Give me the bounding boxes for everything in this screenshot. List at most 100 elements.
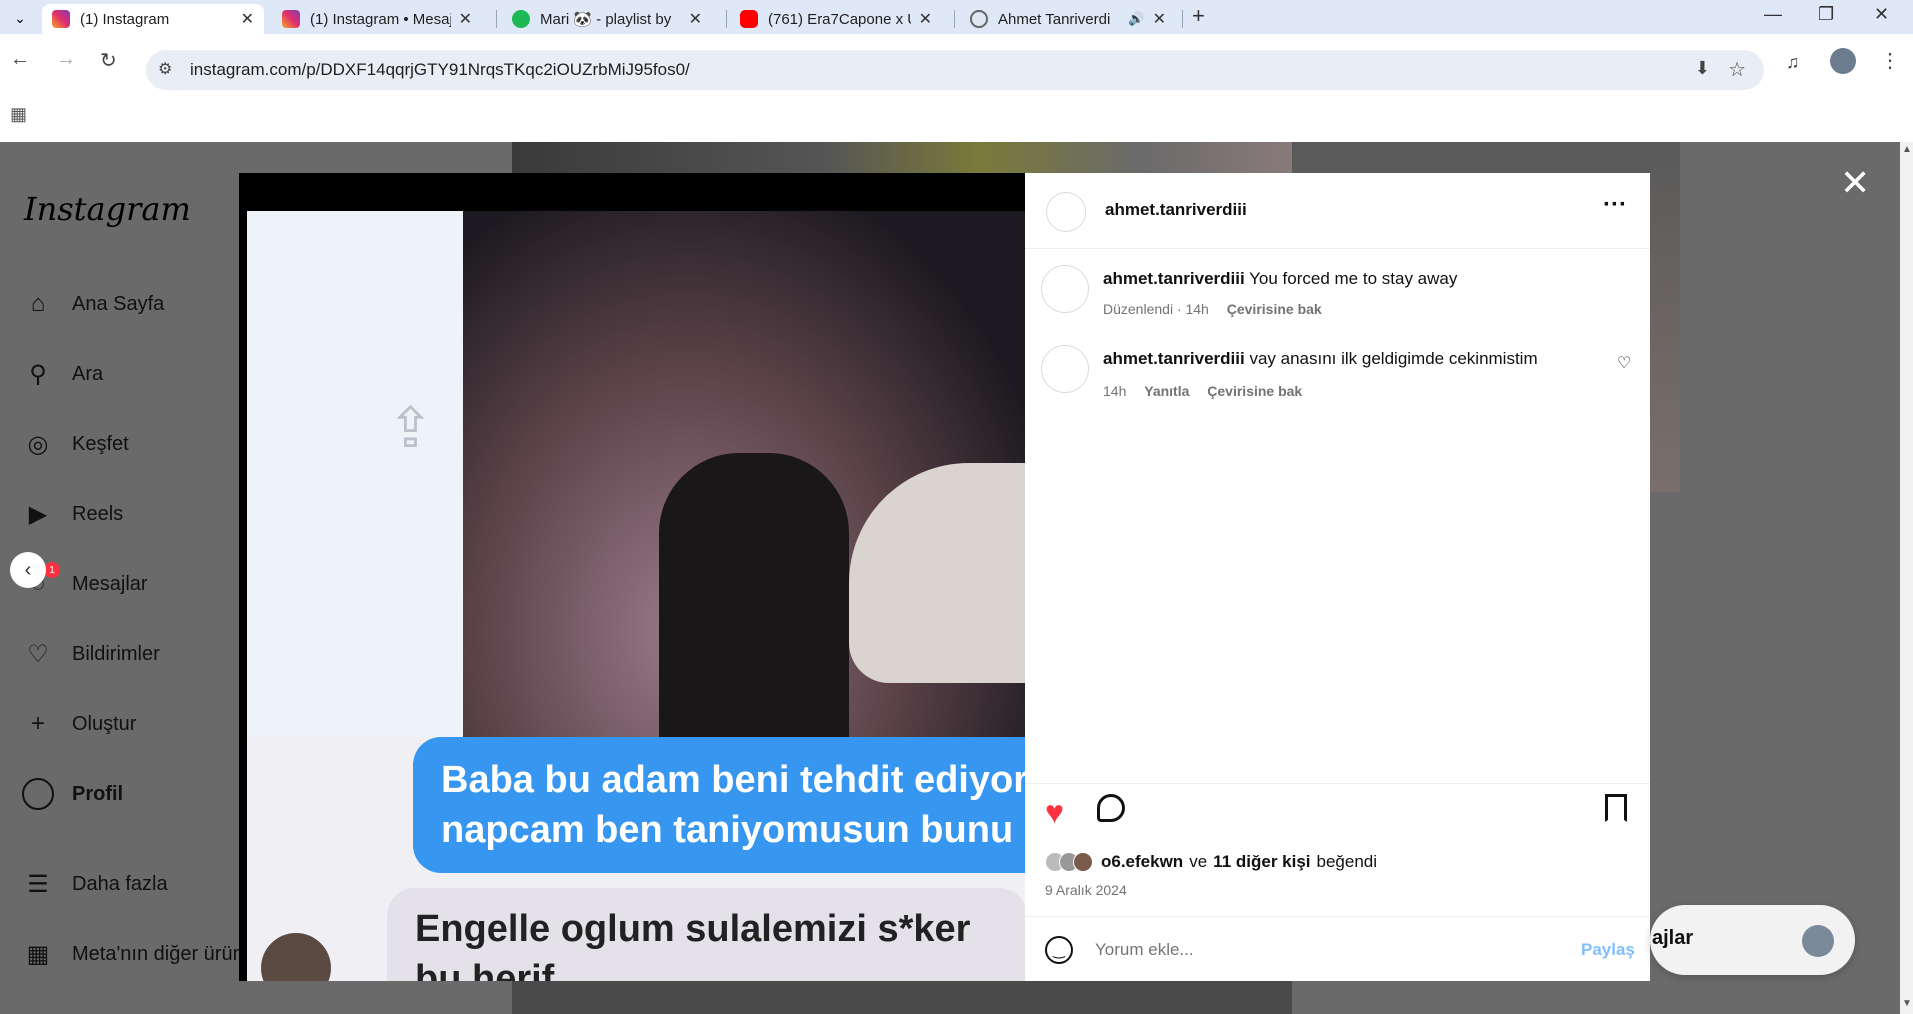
media-person-shape [659, 453, 849, 737]
caption-text-line: ahmet.tanriverdiii You forced me to stay… [1103, 269, 1457, 289]
globe-icon [970, 10, 988, 28]
post-media[interactable]: ⇪ Baba bu adam beni tehdit ediyor napcam… [239, 173, 1025, 981]
page-scrollbar[interactable]: ▲ ▼ [1900, 142, 1913, 1014]
speaker-icon[interactable]: 🔊 [1128, 11, 1144, 27]
emoji-icon[interactable]: ‿ [1045, 936, 1073, 964]
window-close-icon[interactable]: ✕ [1874, 4, 1889, 25]
sidebar-item-search[interactable]: ⚲ Ara [22, 358, 103, 390]
likes-others[interactable]: 11 diğer kişi [1213, 852, 1310, 872]
browser-tab-spotify[interactable]: Mari 🐼 - playlist by ✕ [502, 4, 712, 34]
home-icon: ⌂ [30, 290, 46, 317]
save-bookmark-icon[interactable] [1605, 794, 1627, 822]
instagram-logo[interactable]: Instagram [24, 190, 191, 228]
post-actions: ♥ o6.efekwn ve 11 diğer kişi beğendi 9 A… [1025, 783, 1650, 981]
scroll-down-arrow[interactable]: ▼ [1902, 998, 1912, 1009]
liker-avatar [1073, 852, 1093, 872]
browser-menu-icon[interactable]: ⋮ [1880, 48, 1900, 73]
chat-bubble-blue: Baba bu adam beni tehdit ediyor napcam b… [413, 737, 1025, 873]
close-icon[interactable]: ✕ [459, 9, 472, 29]
previous-post-button[interactable]: ‹ [10, 552, 46, 588]
tab-search-button[interactable]: ⌄ [8, 6, 32, 30]
comment-translate-link[interactable]: Çevirisine bak [1207, 383, 1302, 399]
bookmark-star-icon[interactable]: ☆ [1728, 57, 1746, 82]
avatar-icon [22, 778, 54, 810]
comment-avatar[interactable] [1041, 345, 1089, 393]
caption-meta: Düzenlendi · 14h Çevirisine bak [1103, 301, 1322, 317]
close-icon[interactable]: ✕ [241, 9, 254, 29]
tab-separator [1182, 10, 1183, 28]
comment-meta: 14h Yanıtla Çevirisine bak [1103, 383, 1302, 399]
caption-text: You forced me to stay away [1249, 269, 1458, 288]
post-header: ahmet.tanriverdiii ··· [1025, 173, 1650, 249]
plus-icon: + [30, 710, 45, 737]
browser-tab-instagram[interactable]: (1) Instagram ✕ [42, 4, 264, 34]
share-icon: ⇪ [387, 396, 434, 459]
author-username[interactable]: ahmet.tanriverdiii [1105, 200, 1247, 220]
caption-username[interactable]: ahmet.tanriverdiii [1103, 269, 1245, 288]
comment-username[interactable]: ahmet.tanriverdiii [1103, 349, 1245, 368]
reload-icon[interactable]: ↻ [100, 48, 117, 73]
browser-tab-instagram-messages[interactable]: (1) Instagram • Mesaj ✕ [272, 4, 482, 34]
menu-icon: ☰ [27, 870, 49, 898]
address-bar[interactable]: ⚙ instagram.com/p/DDXF14qqrjGTY91NrqsTKq… [146, 50, 1764, 90]
liker-username[interactable]: o6.efekwn [1101, 852, 1183, 872]
instagram-icon [52, 10, 70, 28]
heart-icon: ♡ [27, 640, 49, 668]
media-control-icon[interactable]: ♫ [1786, 52, 1800, 73]
likes-summary: o6.efekwn ve 11 diğer kişi beğendi [1045, 852, 1377, 872]
apps-grid-icon[interactable]: ▦ [10, 104, 27, 125]
post-date: 9 Aralık 2024 [1045, 882, 1127, 898]
like-heart-icon[interactable]: ♥ [1045, 794, 1064, 831]
browser-toolbar: ← → ↻ ⚙ instagram.com/p/DDXF14qqrjGTY91N… [0, 34, 1913, 142]
author-avatar[interactable] [1046, 192, 1086, 232]
tab-separator [954, 10, 955, 28]
comment-text: vay anasını ilk geldigimde cekinmistim [1249, 349, 1538, 368]
messages-chip-avatar [1802, 925, 1834, 957]
comment-text-line: ahmet.tanriverdiii vay anasını ilk geldi… [1103, 349, 1538, 369]
minimize-icon[interactable]: — [1764, 4, 1782, 25]
caption-avatar[interactable] [1041, 265, 1089, 313]
new-tab-button[interactable]: + [1192, 3, 1205, 29]
scroll-up-arrow[interactable]: ▲ [1902, 144, 1912, 155]
close-icon[interactable]: ✕ [689, 9, 702, 29]
comment-bubble-icon[interactable] [1097, 794, 1125, 822]
install-icon[interactable]: ⬇ [1695, 58, 1710, 79]
background-post-image [512, 978, 1292, 1014]
site-info-icon[interactable]: ⚙ [158, 59, 172, 79]
sidebar-item-create[interactable]: + Oluştur [22, 708, 136, 740]
sidebar-item-explore[interactable]: ◎ Keşfet [22, 428, 129, 460]
restore-icon[interactable]: ❐ [1818, 4, 1834, 25]
comment-input[interactable] [1095, 937, 1535, 963]
caption-translate-link[interactable]: Çevirisine bak [1227, 301, 1322, 317]
browser-tab-ahmet[interactable]: Ahmet Tanriverdi 🔊 ✕ [960, 4, 1176, 34]
comment-input-row: ‿ Paylaş [1025, 916, 1650, 982]
chat-bubble-grey: Engelle oglum sulalemizi s*ker bu herif [387, 888, 1025, 981]
share-comment-button[interactable]: Paylaş [1581, 940, 1635, 960]
comment-reply-link[interactable]: Yanıtla [1144, 383, 1189, 399]
forward-icon[interactable]: → [56, 48, 76, 71]
comment-like-icon[interactable]: ♡ [1617, 353, 1631, 373]
caption-timestamp: Düzenlendi · 14h [1103, 301, 1209, 317]
messages-floating-chip[interactable]: ajlar [1650, 905, 1855, 975]
apps-icon: ▦ [26, 940, 50, 968]
sidebar-item-meta[interactable]: ▦ Meta'nın diğer ürünleri [22, 938, 271, 970]
more-options-icon[interactable]: ··· [1603, 191, 1627, 219]
address-url[interactable]: instagram.com/p/DDXF14qqrjGTY91NrqsTKqc2… [190, 60, 690, 80]
sidebar-item-profile[interactable]: Profil [22, 778, 123, 810]
post-detail-panel: ahmet.tanriverdiii ··· ahmet.tanriverdii… [1025, 173, 1650, 981]
close-icon[interactable]: ✕ [919, 9, 932, 29]
sidebar-item-reels[interactable]: ▶ Reels [22, 498, 123, 530]
profile-avatar[interactable] [1830, 48, 1856, 74]
modal-close-icon[interactable]: ✕ [1840, 162, 1870, 204]
comment-timestamp: 14h [1103, 383, 1127, 399]
back-icon[interactable]: ← [10, 48, 30, 71]
sidebar-item-notifications[interactable]: ♡ Bildirimler [22, 638, 160, 670]
sidebar-item-home[interactable]: ⌂ Ana Sayfa [22, 288, 165, 320]
compass-icon: ◎ [27, 430, 49, 458]
youtube-icon [740, 10, 758, 28]
close-icon[interactable]: ✕ [1153, 9, 1166, 29]
sidebar-item-more[interactable]: ☰ Daha fazla [22, 868, 167, 900]
likes-connector: ve [1189, 852, 1208, 871]
messages-chip-label: ajlar [1652, 927, 1694, 949]
browser-tab-youtube[interactable]: (761) Era7Capone x U ✕ [730, 4, 942, 34]
